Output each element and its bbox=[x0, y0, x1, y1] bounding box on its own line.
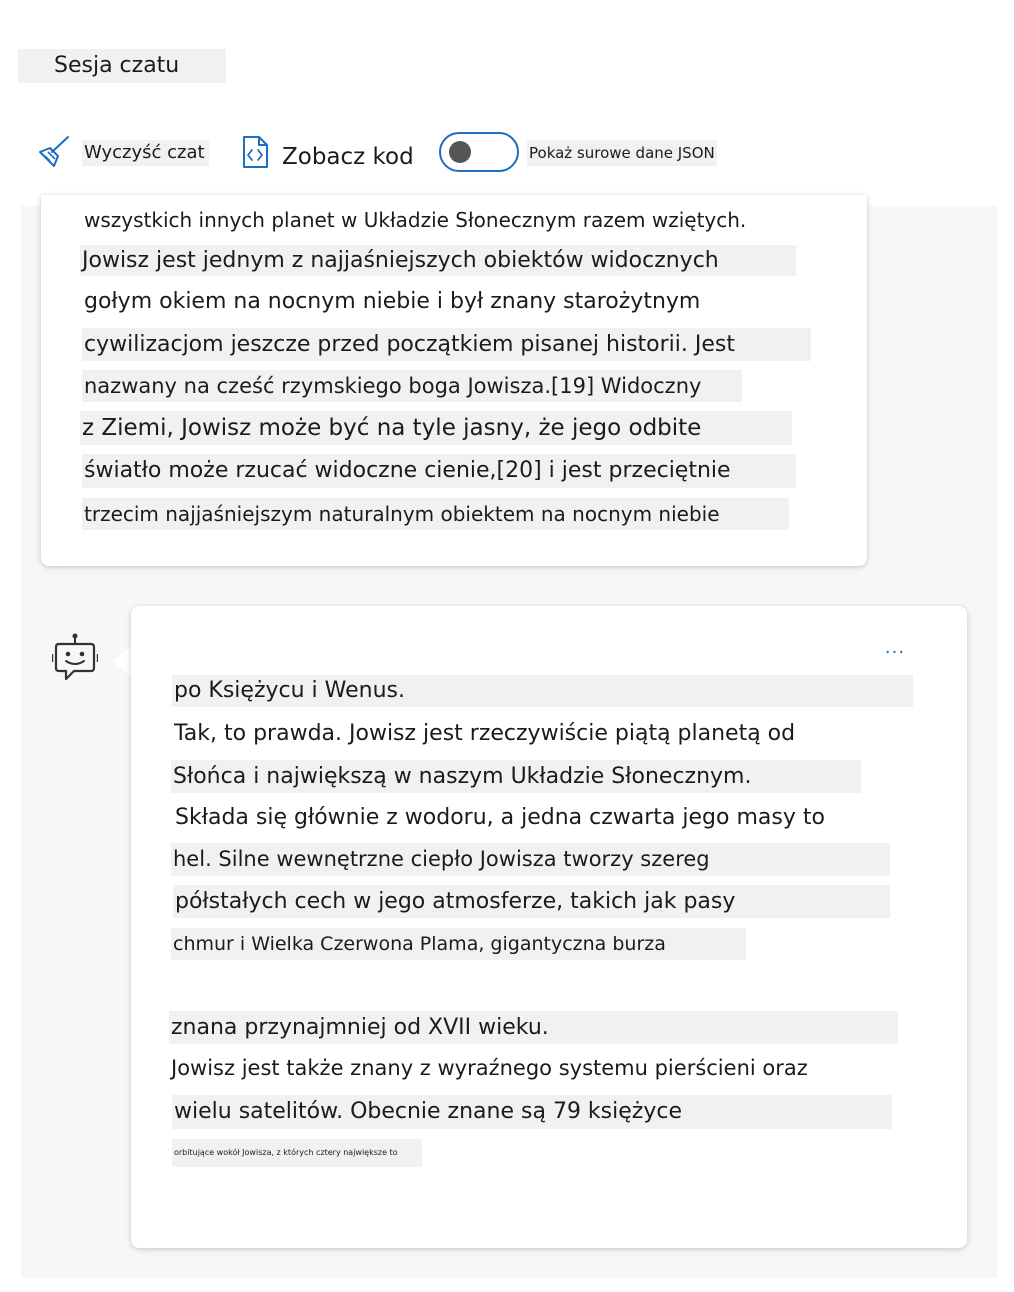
clear-chat-button[interactable]: Wyczyść czat bbox=[82, 140, 209, 166]
raw-json-toggle-label: Pokaż surowe dane JSON bbox=[527, 140, 717, 166]
message-line: Słońca i największą w naszym Układzie Sł… bbox=[171, 760, 861, 793]
message-line: światło może rzucać widoczne cienie,[20]… bbox=[82, 454, 796, 488]
message-line: wszystkich innych planet w Układzie Słon… bbox=[84, 208, 747, 232]
message-line: Jowisz jest także znany z wyraźnego syst… bbox=[171, 1056, 808, 1080]
message-line: orbitujące wokół Jowisza, z których czte… bbox=[172, 1139, 422, 1167]
message-line: Tak, to prawda. Jowisz jest rzeczywiście… bbox=[174, 721, 796, 746]
bot-icon bbox=[52, 633, 98, 681]
message-line: chmur i Wielka Czerwona Plama, gigantycz… bbox=[171, 928, 746, 960]
message-line: Składa się głównie z wodoru, a jedna czw… bbox=[175, 805, 825, 830]
message-line: półstałych cech w jego atmosferze, takic… bbox=[173, 885, 890, 918]
more-options-button[interactable]: ... bbox=[879, 636, 911, 660]
message-line: wielu satelitów. Obecnie znane są 79 ksi… bbox=[172, 1095, 892, 1129]
message-line: hel. Silne wewnętrzne ciepło Jowisza two… bbox=[171, 843, 890, 876]
message-line: z Ziemi, Jowisz może być na tyle jasny, … bbox=[80, 411, 792, 445]
message-line: trzecim najjaśniejszym naturalnym obiekt… bbox=[82, 498, 789, 530]
code-file-icon[interactable] bbox=[241, 135, 269, 169]
message-line: nazwany na cześć rzymskiego boga Jowisza… bbox=[82, 370, 742, 402]
message-line: cywilizacjom jeszcze przed początkiem pi… bbox=[82, 328, 811, 361]
bubble-pointer bbox=[112, 645, 132, 677]
toggle-knob bbox=[449, 141, 471, 163]
message-line: znana przynajmniej od XVII wieku. bbox=[169, 1011, 898, 1044]
view-code-button[interactable]: Zobacz kod bbox=[282, 142, 414, 172]
message-line: gołym okiem na nocnym niebie i był znany… bbox=[84, 289, 701, 314]
message-line: po Księżycu i Wenus. bbox=[172, 675, 913, 707]
message-line: Jowisz jest jednym z najjaśniejszych obi… bbox=[80, 245, 796, 276]
raw-json-toggle[interactable] bbox=[439, 132, 519, 172]
broom-icon[interactable] bbox=[36, 134, 72, 170]
session-title: Sesja czatu bbox=[18, 49, 226, 83]
chat-toolbar: Wyczyść czat Zobacz kod Pokaż surowe dan… bbox=[0, 128, 1014, 180]
